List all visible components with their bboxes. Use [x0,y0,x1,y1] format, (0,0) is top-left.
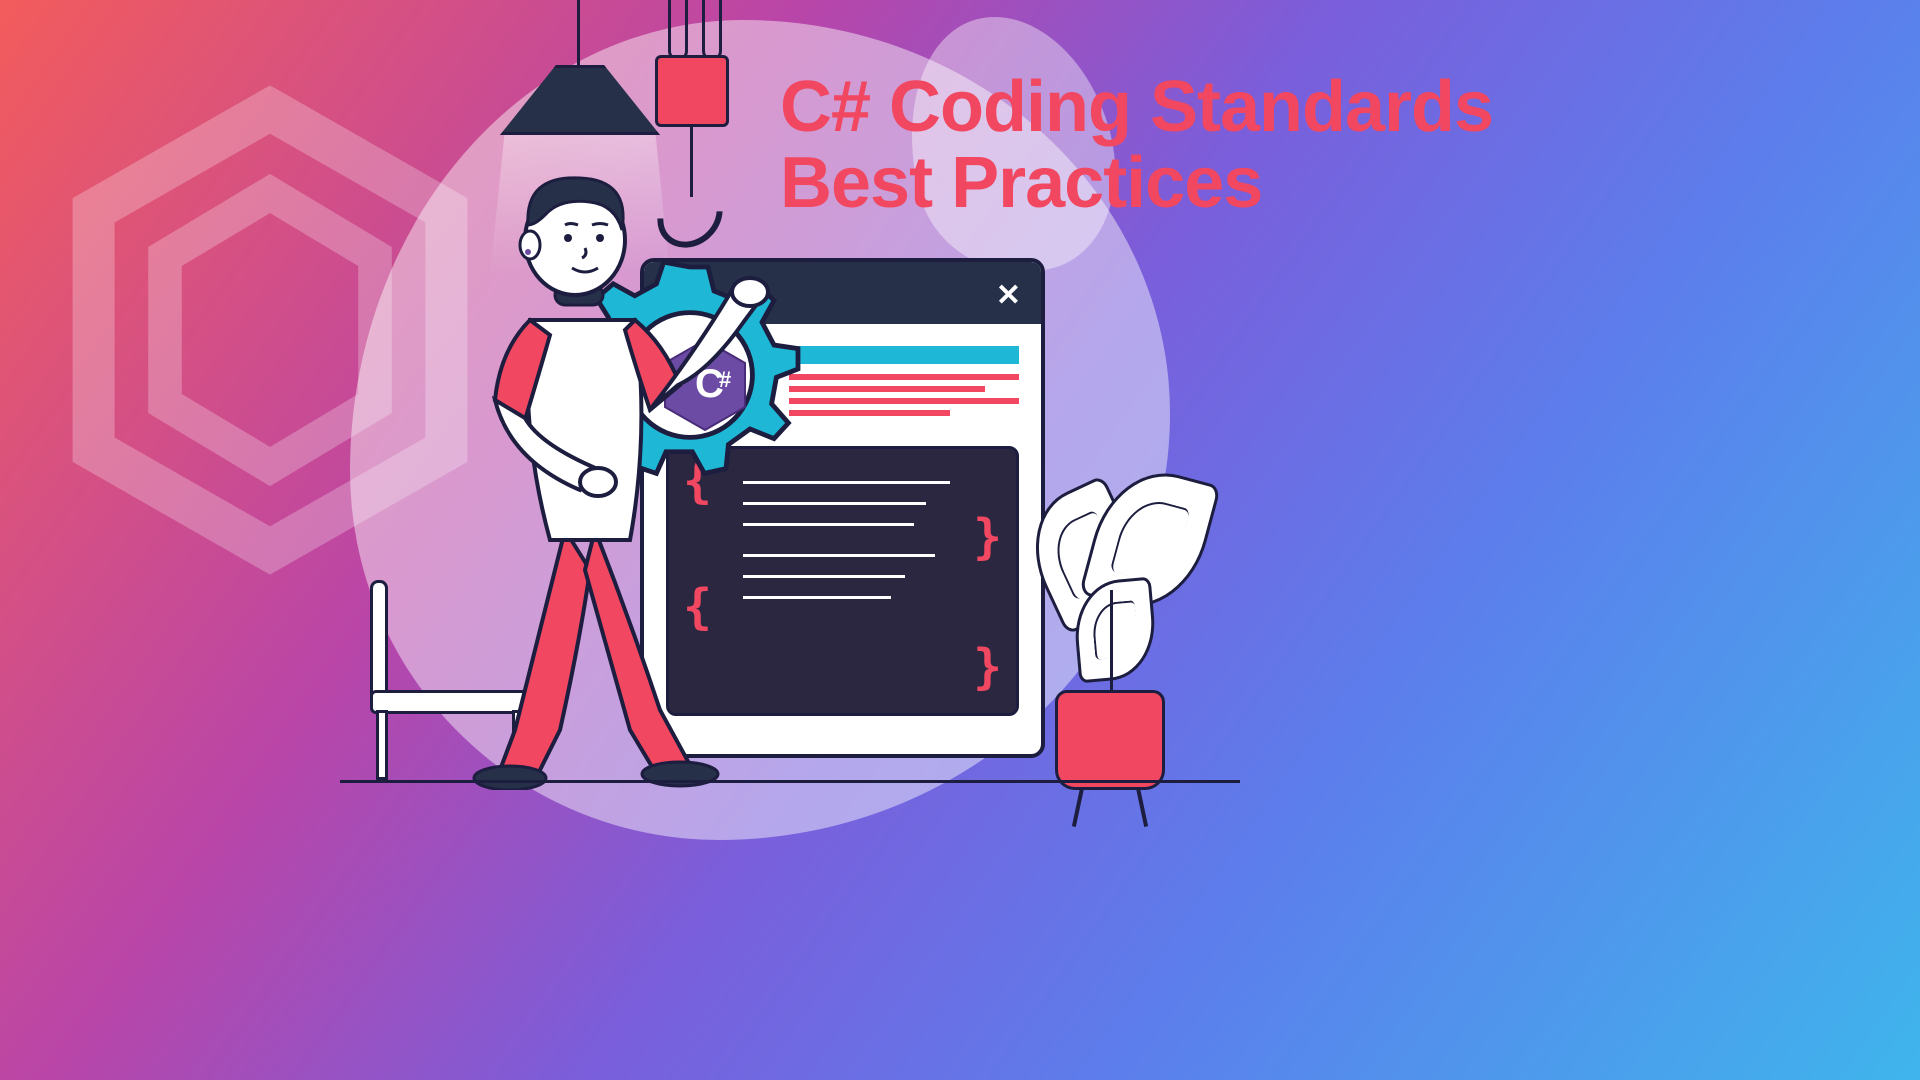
title-line-2: Best Practices [780,146,1493,222]
plant-decoration [1025,450,1205,790]
title-line-1: C# Coding Standards [780,70,1493,146]
crane-pins [660,0,730,60]
ground-line [340,780,1240,783]
lamp-wire [577,0,580,70]
brace-close-icon: } [973,639,1002,695]
brace-close-icon: } [973,509,1002,565]
text-preview [789,346,1019,426]
plant-pot [1055,690,1165,790]
hero-title: C# Coding Standards Best Practices [780,70,1493,221]
crane-block [655,55,729,127]
person-illustration [450,170,770,790]
close-icon[interactable]: ✕ [996,278,1021,313]
